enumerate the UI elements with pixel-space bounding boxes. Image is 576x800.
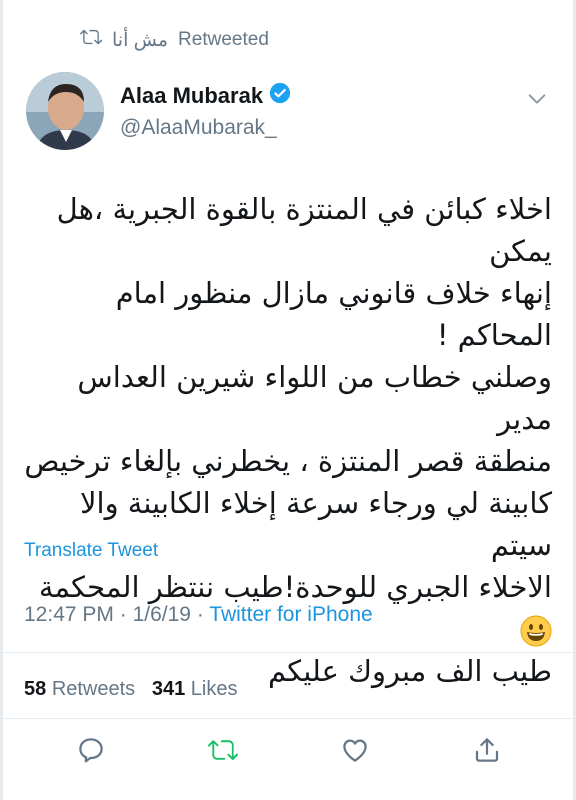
avatar[interactable] (26, 72, 104, 150)
likes-count: 341 (151, 678, 186, 700)
tweet-actions-bar (0, 735, 576, 775)
tweet-line: إنهاء خلاف قانوني مازال منظور امام المحا… (115, 276, 552, 352)
verified-badge-icon (269, 82, 291, 110)
meta-separator: · (196, 603, 204, 626)
author-display-name[interactable]: Alaa Mubarak (120, 83, 263, 109)
retweeted-label: Retweeted (178, 29, 269, 50)
retweets-label: Retweets (51, 678, 136, 700)
avatar-photo (26, 72, 104, 150)
author-handle[interactable]: @AlaaMubarak_ (120, 116, 291, 140)
tweet-metadata: 12:47 PM · 1/6/19 · Twitter for iPhone (24, 603, 373, 627)
retweet-action-icon[interactable] (207, 735, 239, 765)
likes-label: Likes (190, 678, 238, 700)
tweet-line: منطقة قصر المنتزة ، يخطرني بإلغاء ترخيص (24, 444, 552, 478)
tweet-source-link[interactable]: Twitter for iPhone (209, 603, 372, 626)
retweet-icon (79, 26, 103, 54)
chevron-down-icon[interactable] (526, 88, 548, 110)
retweets-count: 58 (24, 678, 47, 700)
grinning-face-emoji (520, 615, 552, 647)
translate-tweet-link[interactable]: Translate Tweet (24, 540, 158, 562)
tweet-time[interactable]: 12:47 PM (24, 603, 114, 626)
divider (0, 718, 576, 719)
reply-icon[interactable] (76, 735, 106, 765)
retweets-stat[interactable]: 58 Retweets (24, 678, 135, 700)
meta-separator: · (119, 603, 127, 626)
share-icon[interactable] (472, 735, 502, 765)
tweet-line: اخلاء كبائن في المنتزة بالقوة الجبرية ،ه… (56, 192, 552, 268)
tweet-line: وصلني خطاب من اللواء شيرين العداس مدير (77, 360, 552, 436)
retweeted-by-banner[interactable]: مش أنا Retweeted (79, 26, 269, 54)
likes-stat[interactable]: 341 Likes (152, 678, 238, 700)
tweet-date[interactable]: 1/6/19 (133, 603, 191, 626)
retweeted-by-user[interactable]: مش أنا (112, 29, 168, 52)
like-icon[interactable] (340, 735, 370, 765)
tweet-stats: 58 Retweets 341 Likes (24, 678, 238, 701)
divider (0, 652, 576, 653)
tweet-line: الاخلاء الجبري للوحدة!طيب ننتظر المحكمة (38, 570, 552, 604)
author-info[interactable]: Alaa Mubarak @AlaaMubarak_ (120, 82, 291, 140)
